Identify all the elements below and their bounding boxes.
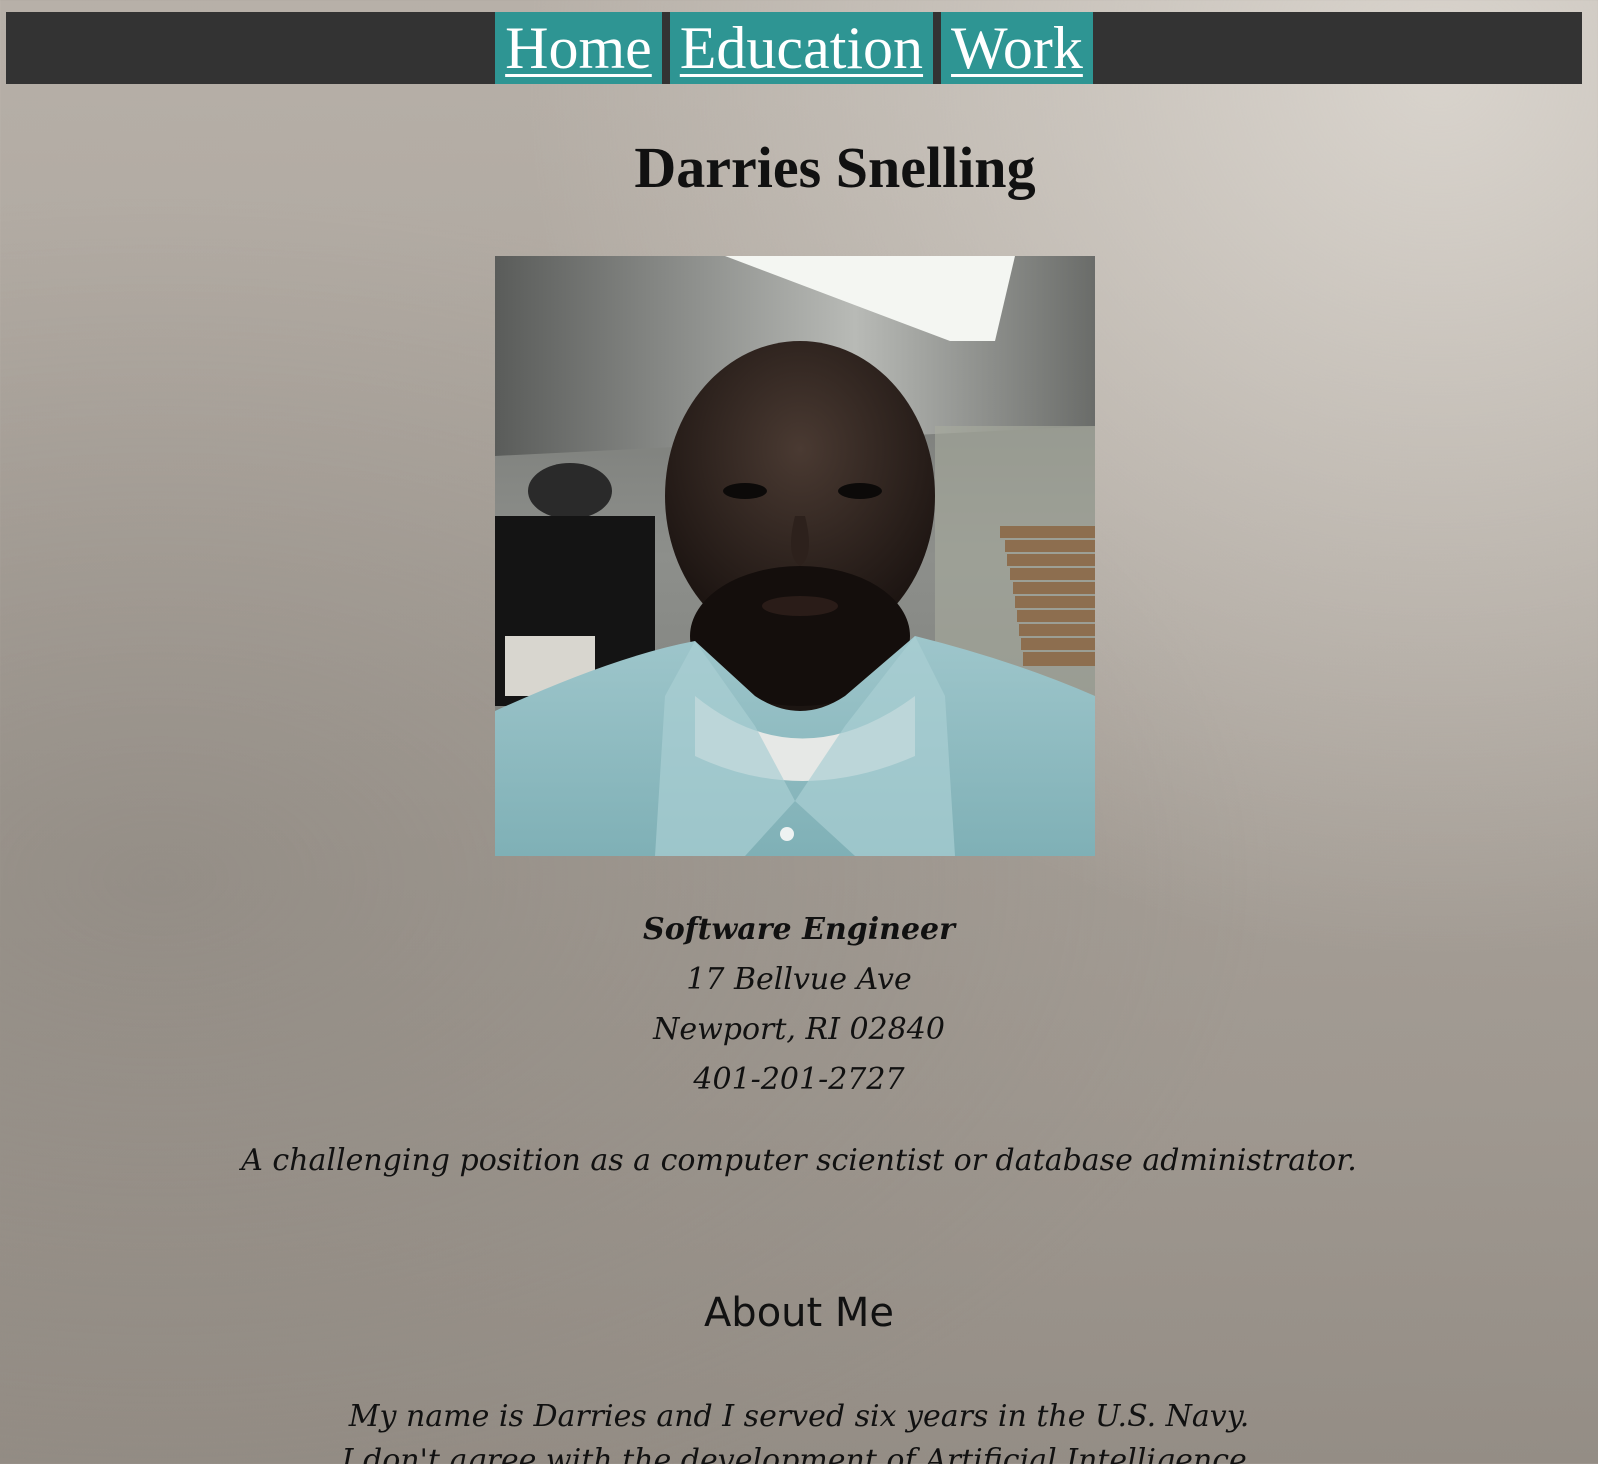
career-objective: A challenging position as a computer sci… [241,1143,1357,1178]
nav-link-work[interactable]: Work [941,12,1093,84]
nav-link-home[interactable]: Home [495,12,662,84]
page-title: Darries Snelling [634,135,1036,200]
about-me-heading: About Me [703,1290,895,1336]
profile-photo-graphic [495,256,1095,856]
address-line-1: 17 Bellvue Ave [686,962,912,997]
nav-links: Home Education Work [495,12,1093,84]
nav-link-education[interactable]: Education [669,12,934,84]
about-line-1: My name is Darries and I served six year… [348,1399,1250,1434]
about-line-2: I don't agree with the development of Ar… [341,1443,1257,1464]
address-line-2: Newport, RI 02840 [653,1012,945,1047]
job-title: Software Engineer [643,912,955,947]
profile-photo [495,256,1095,856]
about-me-paragraph: My name is Darries and I served six year… [0,1395,1598,1464]
top-nav-bar: Home Education Work [6,12,1582,84]
phone-number: 401-201-2727 [693,1062,905,1097]
